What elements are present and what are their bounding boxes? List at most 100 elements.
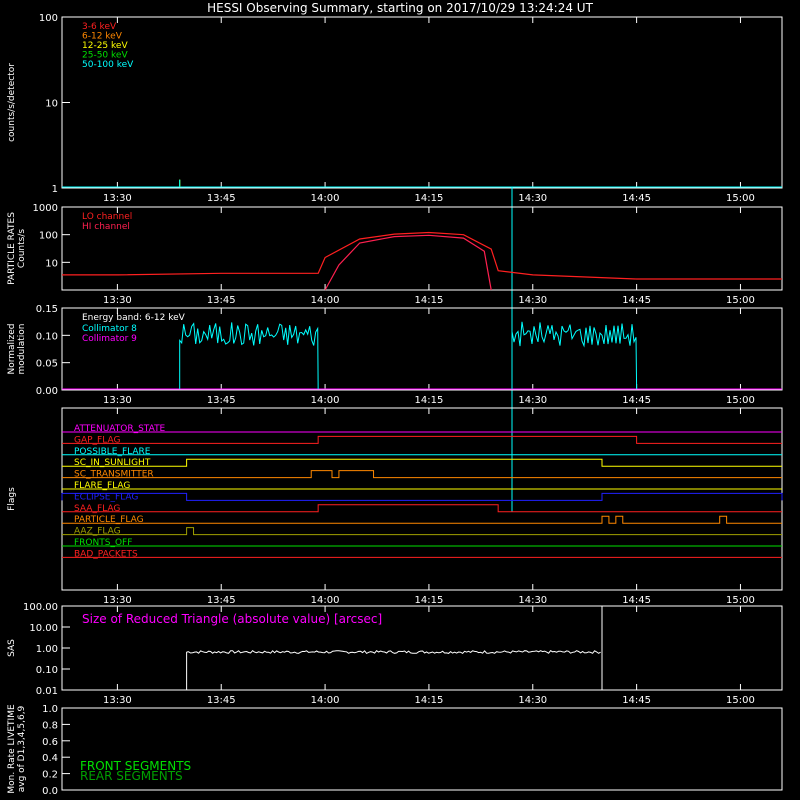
sas-xtick-label: 15:00 — [726, 695, 755, 706]
modulation-xtick-label: 15:00 — [726, 395, 755, 406]
particle-rates-ytick-label: 100 — [39, 231, 58, 242]
particle-rates-legend-entry: LO channel — [82, 212, 132, 222]
livetime-ytick-label: 0.8 — [42, 720, 58, 731]
modulation-ytick-label: 0.15 — [36, 304, 58, 315]
modulation-legend-entry: Collimator 9 — [82, 334, 137, 344]
sas-ytick-label: 10.00 — [29, 623, 58, 634]
particle-rates-xtick-label: 15:00 — [726, 295, 755, 306]
flag-label: ATTENUATOR_STATE — [74, 424, 166, 434]
flag-line-particle_flag — [62, 515, 782, 524]
modulation-xtick-label: 14:00 — [311, 395, 340, 406]
flags-xtick-label: 15:00 — [726, 595, 755, 606]
livetime-ytick-label: 1.0 — [42, 704, 58, 715]
particle-rates-xtick-label: 13:30 — [103, 295, 132, 306]
flag-label: ECLIPSE_FLAG — [74, 492, 138, 502]
sas-ytick-label: 100.00 — [23, 602, 58, 613]
modulation-legend-entry: Collimator 8 — [82, 324, 137, 334]
flag-label: SAA_FLAG — [74, 504, 120, 514]
livetime-ytick-label: 0.2 — [42, 770, 58, 781]
modulation-legend-title: Energy band: 6-12 keV — [82, 313, 186, 323]
sas-ytick-label: 0.10 — [36, 665, 58, 676]
modulation-xtick-label: 13:30 — [103, 395, 132, 406]
particle-rates-ytick-label: 10 — [45, 258, 58, 269]
flag-line-sc_in_sunlight — [62, 458, 782, 467]
flag-line-saa_flag — [62, 504, 782, 513]
livetime-legend-entry: REAR SEGMENTS — [80, 769, 183, 783]
modulation-ytick-label: 0.10 — [36, 331, 58, 342]
modulation-ylabel: Normalized — [7, 323, 17, 374]
particle-rates-series-LO-channel — [62, 231, 782, 280]
count-rates-xtick-label: 14:30 — [518, 193, 547, 204]
modulation-series-Collimator-8 — [511, 321, 638, 390]
flag-line-aaz_flag — [62, 527, 782, 536]
sas-ytick-label: 0.01 — [36, 686, 58, 697]
count-rates-ylabel: counts/s/detector — [7, 63, 17, 142]
modulation-ytick-label: 0.05 — [36, 359, 58, 370]
livetime-ytick-label: 0.4 — [42, 753, 58, 764]
sas-xtick-label: 14:15 — [415, 695, 444, 706]
modulation-xtick-label: 14:15 — [415, 395, 444, 406]
particle-rates-ytick-label: 1000 — [33, 203, 58, 214]
count-rates-ytick-label: 1 — [52, 184, 58, 195]
flags-xtick-label: 14:00 — [311, 595, 340, 606]
sas-ylabel: SAS — [7, 639, 17, 657]
livetime-ytick-label: 0.0 — [42, 786, 58, 797]
count-rates-frame — [61, 16, 783, 189]
livetime-ylabel: Mon. Rate LIVETIME — [7, 704, 17, 794]
flag-label: BAD_PACKETS — [74, 549, 138, 559]
particle-rates-ylabel: Counts/s — [17, 229, 27, 268]
livetime-ytick-label: 0.6 — [42, 737, 58, 748]
observing-summary-chart: 13:30 13:45 14:00 14:15 14:30 14:45 15:00 count… — [7, 13, 783, 797]
particle-rates-xtick-label: 13:45 — [207, 295, 236, 306]
modulation-series-Collimator-8 — [179, 322, 319, 390]
count-rates-xtick-label: 13:45 — [207, 193, 236, 204]
flags-xtick-label: 14:45 — [622, 595, 651, 606]
flag-line-sc_transmitter — [62, 470, 782, 479]
modulation-ytick-label: 0.00 — [36, 386, 58, 397]
flag-label: FLARE_FLAG — [74, 481, 130, 491]
count-rates-xtick-label: 14:00 — [311, 193, 340, 204]
sas-xtick-label: 14:30 — [518, 695, 547, 706]
count-rates-legend-entry: 3-6 keV — [82, 22, 117, 32]
flag-label: POSSIBLE_FLARE — [74, 447, 151, 457]
particle-rates-frame — [61, 206, 783, 291]
particle-rates-legend-entry: HI channel — [82, 222, 130, 232]
count-rates-xtick-label: 14:15 — [415, 193, 444, 204]
count-rates-xtick-label: 13:30 — [103, 193, 132, 204]
count-rates-xtick-label: 14:45 — [622, 193, 651, 204]
livetime-ylabel: avg of D1,3,4,5,6,9 — [17, 705, 27, 792]
modulation-xtick-label: 13:45 — [207, 395, 236, 406]
sas-xtick-label: 14:45 — [622, 695, 651, 706]
particle-rates-ylabel: PARTICLE RATES — [7, 212, 17, 285]
particle-rates-xtick-label: 14:15 — [415, 295, 444, 306]
flags-ylabel: Flags — [7, 487, 17, 511]
flag-label: SC_TRANSMITTER — [74, 470, 154, 480]
modulation-ylabel: modulation — [17, 324, 27, 375]
sas-annotation: Size of Reduced Triangle (absolute value… — [82, 612, 382, 626]
flags-xtick-label: 13:45 — [207, 595, 236, 606]
particle-rates-xtick-label: 14:00 — [311, 295, 340, 306]
modulation-xtick-label: 14:30 — [518, 395, 547, 406]
flag-line-gap_flag — [62, 435, 782, 444]
count-rates-legend-entry: 25-50 keV — [82, 51, 128, 61]
modulation-xtick-label: 14:45 — [622, 395, 651, 406]
sas-series — [186, 650, 601, 655]
flags-frame — [61, 407, 783, 591]
particle-rates-xtick-label: 14:45 — [622, 295, 651, 306]
particle-rates-xtick-label: 14:30 — [518, 295, 547, 306]
sas-xtick-label: 13:45 — [207, 695, 236, 706]
flags-xtick-label: 14:30 — [518, 595, 547, 606]
count-rates-xtick-label: 15:00 — [726, 193, 755, 204]
flag-label: PARTICLE_FLAG — [74, 515, 144, 525]
count-rates-ytick-label: 10 — [45, 99, 58, 110]
sas-xtick-label: 13:30 — [103, 695, 132, 706]
count-rates-ytick-label: 100 — [39, 13, 58, 24]
flags-xtick-label: 13:30 — [103, 595, 132, 606]
flag-label: GAP_FLAG — [74, 435, 120, 445]
sas-ytick-label: 1.00 — [36, 644, 58, 655]
count-rates-legend-entry: 12-25 keV — [82, 41, 128, 51]
flag-label: SC_IN_SUNLIGHT — [74, 458, 151, 468]
flag-label: AAZ_FLAG — [74, 527, 121, 537]
flags-xtick-label: 14:15 — [415, 595, 444, 606]
count-rates-legend-entry: 6-12 keV — [82, 32, 123, 42]
